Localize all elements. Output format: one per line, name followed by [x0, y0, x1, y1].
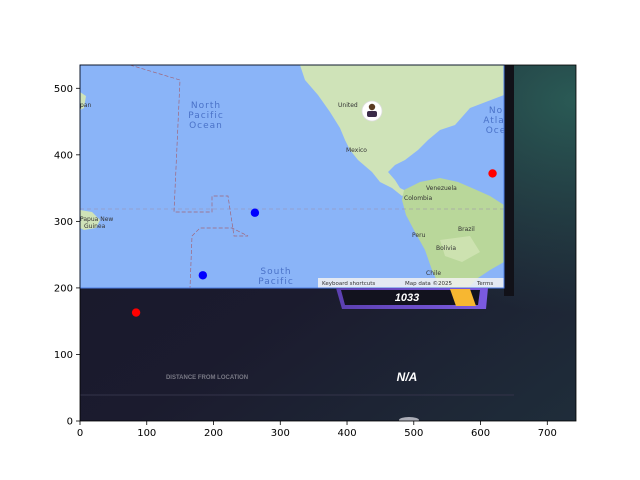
- score-value: 1033: [395, 292, 419, 304]
- x-tick-label: 100: [137, 428, 156, 439]
- ocean-label-north: North: [191, 101, 221, 111]
- country-label-united: United: [338, 102, 358, 109]
- country-label-guinea: Guinea: [84, 223, 106, 230]
- country-label-brazil: Brazil: [458, 226, 475, 233]
- red-marker: [488, 169, 497, 178]
- ocean-label-south-pacific: Pacific: [258, 277, 294, 287]
- terms-link[interactable]: Terms: [476, 281, 493, 287]
- country-label-bolivia: Bolivia: [436, 245, 456, 252]
- map-data-label: Map data ©2025: [405, 280, 452, 287]
- country-label-chile: Chile: [426, 270, 441, 277]
- keyboard-shortcuts-link[interactable]: Keyboard shortcuts: [322, 281, 375, 287]
- country-label-papua-new: Papua New: [80, 216, 113, 223]
- x-tick-label: 200: [204, 428, 223, 439]
- y-tick-label: 200: [54, 283, 73, 294]
- x-tick-label: 300: [271, 428, 290, 439]
- x-tick-label: 0: [77, 428, 83, 439]
- ocean-label-ocean: Ocean: [189, 121, 223, 131]
- ocean-label-oce: Oce: [486, 126, 507, 136]
- x-tick-label: 700: [538, 428, 557, 439]
- map-panel[interactable]: North Pacific Ocean South Pacific No Atl…: [80, 65, 506, 288]
- x-axis: 0 100 200 300 400 500 600 700: [77, 421, 557, 439]
- distance-label: DISTANCE FROM LOCATION: [166, 375, 248, 381]
- country-label-mexico: Mexico: [346, 147, 367, 154]
- ocean-label-atla: Atla: [483, 116, 505, 126]
- y-tick-label: 500: [54, 84, 73, 95]
- country-label-venezuela: Venezuela: [426, 185, 457, 192]
- figure: North Pacific Ocean South Pacific No Atl…: [54, 64, 577, 439]
- blue-marker: [198, 271, 208, 280]
- blue-marker: [250, 208, 260, 217]
- y-tick-label: 300: [54, 217, 73, 228]
- country-label-pan: pan: [80, 102, 91, 109]
- y-axis: 0 100 200 300 400 500: [54, 84, 80, 428]
- distance-value: N/A: [397, 370, 418, 384]
- y-tick-label: 100: [54, 350, 73, 361]
- x-tick-label: 600: [471, 428, 490, 439]
- y-tick-label: 400: [54, 150, 73, 161]
- country-label-peru: Peru: [412, 232, 426, 239]
- x-tick-label: 500: [404, 428, 423, 439]
- red-marker: [131, 308, 141, 317]
- country-label-colombia: Colombia: [404, 195, 433, 202]
- y-tick-label: 0: [67, 417, 73, 428]
- ocean-label-south: South: [260, 267, 291, 277]
- person-avatar-icon[interactable]: [361, 100, 383, 122]
- x-tick-label: 400: [337, 428, 356, 439]
- ocean-label-no: No: [489, 106, 503, 116]
- score-bar: 1033: [336, 288, 488, 309]
- ocean-label-pacific: Pacific: [188, 111, 224, 121]
